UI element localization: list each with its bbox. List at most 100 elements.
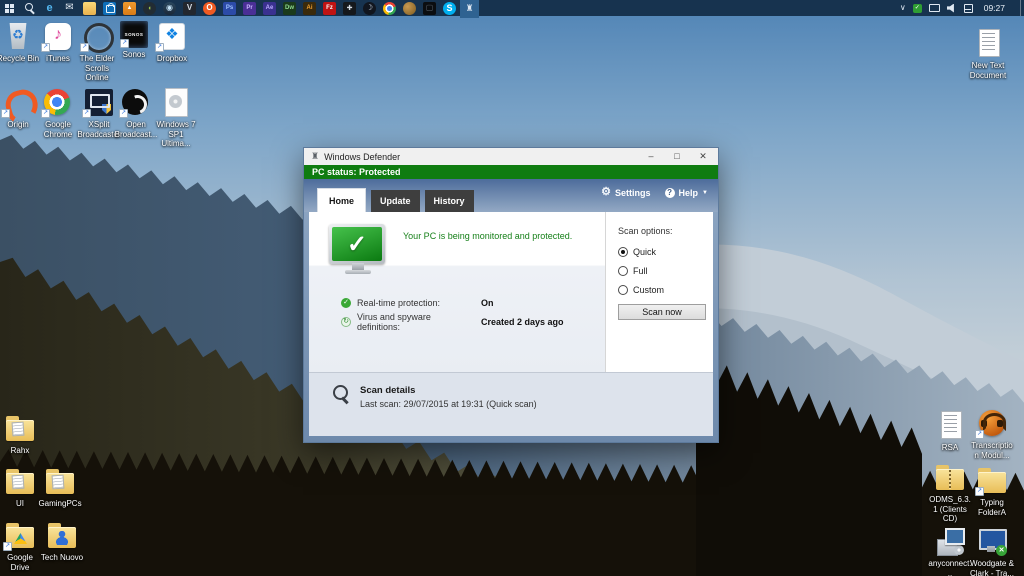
window-frame: ✓ Your PC is being monitored and protect… [304, 212, 718, 442]
desktop-icon-rahx[interactable]: Rahx [0, 413, 42, 456]
pc-status-bar: PC status: Protected [304, 165, 718, 179]
desktop-icon-label: GamingPCs [38, 499, 82, 509]
shortcut-arrow-icon: ↗ [975, 487, 984, 496]
dreamweaver-icon[interactable]: Dw [283, 2, 296, 15]
taskbar-pinned-icons: e ✉ ▲ ◖ ◉ VO Ps Pr Ae Dw Ai Fz ✚ ☽ ▢ S ♜ [0, 0, 483, 16]
radio-icon [618, 266, 628, 276]
itunes-icon: ↗ [41, 21, 75, 52]
desktop-icon-anyconnect[interactable]: anyconnect... [928, 526, 972, 576]
desktop-icon-label: Recycle Bin [0, 54, 40, 64]
desktop-icon-label: Transcription Modul... [970, 441, 1014, 460]
show-desktop-button[interactable] [1020, 0, 1024, 16]
recycle-bin-icon [1, 21, 35, 52]
edge-icon[interactable]: e [43, 2, 56, 15]
shortcut-arrow-icon: ↗ [119, 109, 128, 118]
help-button[interactable]: ? Help ▼ [665, 188, 708, 198]
desktop-icon-transcription-modul[interactable]: ↗ Transcription Modul... [970, 408, 1014, 460]
shortcut-arrow-icon: ↗ [975, 430, 984, 439]
photoshop-icon[interactable]: Ps [223, 2, 236, 15]
maximize-button[interactable]: □ [664, 149, 690, 164]
illustrator-icon[interactable]: Ai [303, 2, 316, 15]
tab-home[interactable]: Home [317, 188, 366, 212]
desktop-icon-typing-foldera[interactable]: ↗ Typing FolderA [970, 465, 1014, 517]
close-button[interactable]: ✕ [690, 149, 716, 164]
start-button[interactable] [3, 2, 16, 15]
scan-now-button[interactable]: Scan now [618, 304, 706, 320]
action-center-icon[interactable] [964, 4, 973, 13]
defender-tray-icon[interactable]: ✓ [913, 4, 922, 13]
tab-update[interactable]: Update [371, 190, 420, 212]
desktop-icon-ui[interactable]: UI [0, 466, 42, 509]
sonos-icon: SONOS↗ [120, 21, 148, 48]
scan-details-section: Scan details Last scan: 29/07/2015 at 19… [309, 372, 713, 436]
google-drive-icon: ↗ [3, 520, 37, 551]
desktop-icon-windows-7-sp1-ultima[interactable]: Windows 7 SP1 Ultima... [154, 87, 198, 149]
origin-icon: ↗ [1, 87, 35, 118]
last-scan-text: Last scan: 29/07/2015 at 19:31 (Quick sc… [360, 399, 537, 409]
window-titlebar: ♜ Windows Defender – □ ✕ [304, 148, 718, 165]
protected-monitor-icon: ✓ [329, 224, 387, 274]
desktop-icon-label: Tech Nuovo [40, 553, 84, 563]
after-effects-icon[interactable]: Ae [263, 2, 276, 15]
mail-icon[interactable]: ✉ [63, 2, 76, 15]
filezilla-icon[interactable]: Fz [323, 2, 336, 15]
desktop-icon-label: Typing FolderA [970, 498, 1014, 517]
desktop-icon-label: Google Chrome [36, 120, 80, 139]
premiere-icon[interactable]: Pr [243, 2, 256, 15]
desktop-icon-recycle-bin[interactable]: Recycle Bin [0, 21, 40, 64]
taskbar: e ✉ ▲ ◖ ◉ VO Ps Pr Ae Dw Ai Fz ✚ ☽ ▢ S ♜ ∨ ✓ 09:27 [0, 0, 1024, 16]
desktop-icon-tech-nuovo[interactable]: Tech Nuovo [40, 520, 84, 563]
shortcut-arrow-icon: ↗ [41, 43, 50, 52]
desktop-icon-new-text-document[interactable]: New Text Document [966, 28, 1010, 80]
v-app-icon[interactable]: V [183, 2, 196, 15]
geforce-swirl-icon[interactable]: ◖ [143, 2, 156, 15]
desktop-icon-rsa[interactable]: RSA [928, 410, 972, 453]
desktop-icon-odms-6-3-1-clients-cd[interactable]: ODMS_6.3.1 (Clients CD) [928, 462, 972, 524]
file-explorer-icon[interactable] [83, 2, 96, 15]
photos-icon[interactable]: ▲ [123, 2, 136, 15]
scan-option-custom[interactable]: Custom [618, 285, 703, 295]
chevron-down-icon: ▼ [702, 190, 708, 196]
desktop-icon-label: anyconnect... [928, 559, 972, 576]
windows-defender-task-icon[interactable]: ♜ [463, 2, 476, 15]
hidden-icons-chevron[interactable]: ∨ [900, 4, 906, 12]
desktop-icon-gamingpcs[interactable]: GamingPCs [38, 466, 82, 509]
desktop-icon-google-chrome[interactable]: ↗Google Chrome [36, 87, 80, 139]
desktop-icon-label: ODMS_6.3.1 (Clients CD) [928, 495, 972, 524]
steam-icon[interactable]: ◉ [163, 2, 176, 15]
radio-icon [618, 247, 628, 257]
desktop-icon-label: Google Drive [0, 553, 42, 572]
network-tray-icon[interactable] [929, 4, 940, 12]
settings-button[interactable]: ⚙ Settings [601, 187, 650, 198]
scan-option-quick[interactable]: Quick [618, 247, 703, 257]
globe-app-icon[interactable] [403, 2, 416, 15]
search-icon[interactable] [23, 2, 36, 15]
scan-option-full[interactable]: Full [618, 266, 703, 276]
desktop-icon-origin[interactable]: ↗Origin [0, 87, 40, 130]
taskbar-clock[interactable]: 09:27 [984, 3, 1005, 13]
desktop-icon-label: Open Broadcast... [114, 120, 158, 139]
obs-icon[interactable]: ✚ [343, 2, 356, 15]
volume-tray-icon[interactable] [947, 4, 957, 13]
desktop-icon-itunes[interactable]: ↗iTunes [36, 21, 80, 64]
chrome-icon[interactable] [383, 2, 396, 15]
desktop-icon-woodgate-clark-tra[interactable]: ✕Woodgate & Clark - Tra... [970, 526, 1014, 576]
moon-app-icon[interactable]: ☽ [363, 2, 376, 15]
check-icon: ✓ [341, 298, 351, 308]
skype-icon[interactable]: S [443, 2, 456, 15]
desktop-icon-label: UI [0, 499, 42, 509]
desktop-icon-dropbox[interactable]: ↗Dropbox [150, 21, 194, 64]
store-icon[interactable] [103, 2, 116, 15]
minimize-button[interactable]: – [638, 149, 664, 164]
gear-icon: ⚙ [601, 187, 611, 198]
status-label: Real-time protection: [357, 298, 475, 308]
tab-history[interactable]: History [425, 190, 474, 212]
monitor-app-icon[interactable]: ▢ [423, 2, 436, 15]
status-value: Created 2 days ago [481, 317, 564, 327]
status-message: Your PC is being monitored and protected… [403, 231, 572, 241]
shortcut-arrow-icon: ↗ [1, 109, 10, 118]
dropbox-icon: ↗ [155, 21, 189, 52]
origin-icon[interactable]: O [203, 2, 216, 15]
desktop-icon-google-drive[interactable]: ↗ Google Drive [0, 520, 42, 572]
desktop-icon-open-broadcast[interactable]: ↗ Open Broadcast... [114, 87, 158, 139]
